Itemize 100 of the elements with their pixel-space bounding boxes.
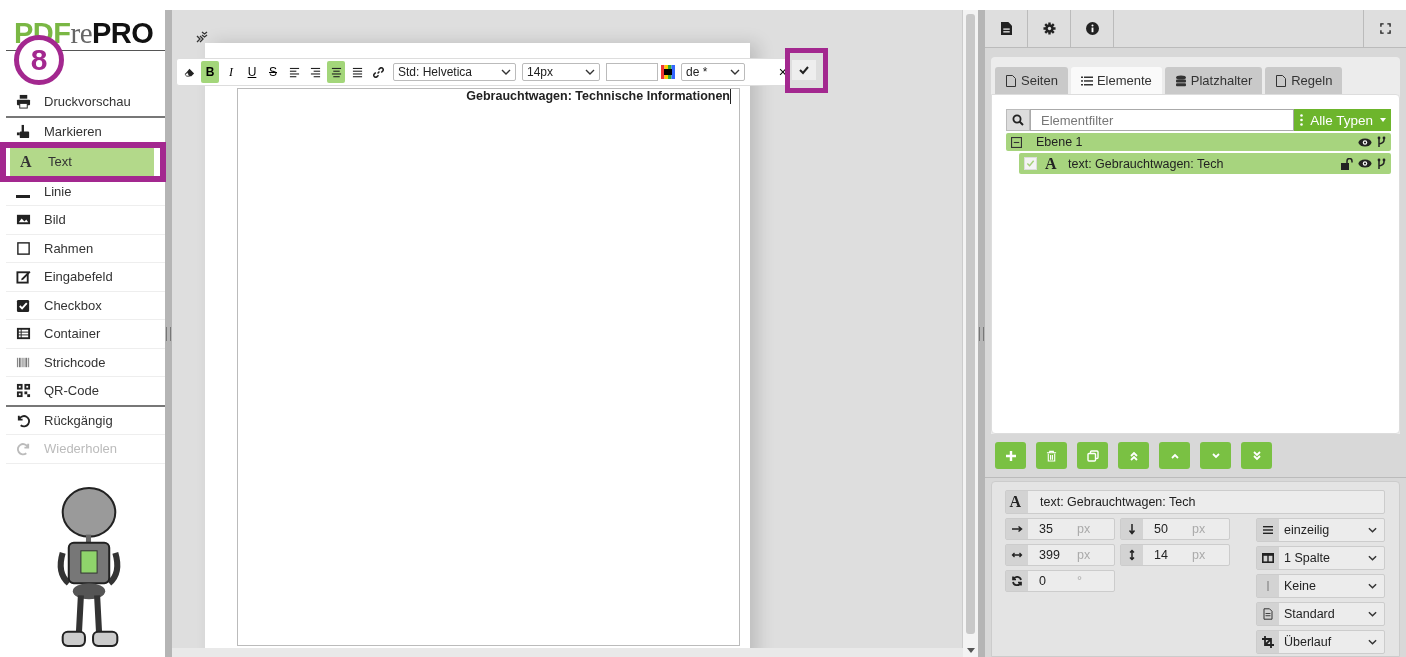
panel-tab[interactable]: Elemente [1070, 67, 1162, 94]
option-select[interactable]: einzeilig [1256, 518, 1385, 542]
eye-icon[interactable] [1358, 137, 1372, 147]
bold-button[interactable]: B [201, 61, 219, 83]
align-right-icon [309, 66, 321, 78]
columns-icon [1262, 552, 1274, 564]
caret-icon [1380, 118, 1386, 122]
dots-icon [1300, 114, 1304, 126]
scroll-down-icon[interactable] [967, 648, 975, 653]
hand-icon [16, 123, 31, 139]
heading-text: Gebrauchtwagen: Technische Informationen [466, 89, 730, 103]
element-checkbox[interactable] [1024, 157, 1037, 170]
tool-item[interactable]: Container [6, 320, 165, 348]
number-field[interactable]: 14 px [1120, 544, 1230, 566]
panel-tab[interactable]: Seiten [995, 67, 1068, 94]
double-chevron-down-icon [1251, 450, 1262, 461]
list-icon [1080, 74, 1093, 87]
color-picker-icon[interactable] [661, 65, 675, 79]
tool-item[interactable]: Bild [6, 206, 165, 234]
qr-icon [16, 383, 31, 399]
element-row[interactable]: A text: Gebrauchtwagen: Tech [1019, 153, 1391, 174]
justify-icon [351, 66, 363, 78]
double-chevron-up-icon [1128, 450, 1139, 461]
lock-icon[interactable] [1341, 157, 1353, 170]
font-select[interactable]: Std: Helvetica [393, 63, 516, 81]
input-icon [16, 269, 31, 285]
color-field[interactable] [606, 63, 658, 81]
strike-button[interactable]: S [264, 61, 282, 83]
tool-item[interactable]: Eingabefeld [6, 263, 165, 291]
align-center-icon [330, 66, 342, 78]
number-field[interactable]: 50 px [1120, 518, 1230, 540]
panel-tab[interactable]: Regeln [1265, 67, 1343, 94]
y-icon [1126, 523, 1138, 535]
tool-item[interactable]: Rückgängig [6, 406, 165, 434]
layer-row[interactable]: Ebene 1 [1006, 133, 1391, 151]
page-icon [1275, 74, 1288, 87]
chevron-icon [501, 69, 511, 75]
align-left-icon [288, 66, 300, 78]
text-element[interactable]: Gebrauchtwagen: Technische Informationen [237, 88, 740, 646]
link-icon [372, 66, 384, 78]
tool-item[interactable]: A Text [10, 148, 154, 176]
option-select[interactable]: Keine [1256, 574, 1385, 598]
chevron-down-icon [1210, 450, 1221, 461]
confirm-button[interactable] [792, 60, 816, 80]
chevron-icon [1368, 555, 1377, 561]
element-name: text: Gebrauchtwagen: Tech [1068, 156, 1225, 171]
page-icon [1262, 608, 1274, 620]
plus-icon [1004, 449, 1017, 462]
check-icon [798, 64, 810, 76]
italic-button[interactable]: I [222, 61, 240, 83]
check-icon [1026, 159, 1035, 168]
tool-item[interactable]: Rahmen [6, 234, 165, 262]
collapse-icon[interactable] [1011, 136, 1022, 148]
search-icon [1012, 114, 1024, 126]
panel-tab[interactable]: Platzhalter [1164, 67, 1263, 94]
rotation-icon [1011, 575, 1023, 587]
horizontal-scrollbar[interactable] [172, 648, 963, 657]
overflow-icon [1262, 636, 1274, 648]
text-icon: A [20, 153, 35, 170]
option-select[interactable]: 1 Spalte [1256, 546, 1385, 570]
number-field[interactable]: 0 ° [1005, 570, 1115, 592]
chevron-icon [1368, 639, 1377, 645]
underline-button[interactable]: U [243, 61, 261, 83]
copy-icon [1086, 449, 1099, 462]
print-icon [16, 94, 31, 110]
tool-item[interactable]: Linie [6, 177, 165, 205]
text-icon: A [1045, 155, 1060, 172]
chevron-icon [1368, 527, 1377, 533]
x-icon [1011, 523, 1023, 535]
text-icon: A [1009, 494, 1025, 510]
number-field[interactable]: 35 px [1005, 518, 1115, 540]
chevron-icon [1368, 583, 1377, 589]
branch-icon[interactable] [1377, 136, 1386, 148]
checkbox-icon [16, 297, 31, 313]
chevron-icon [585, 69, 595, 75]
branch-icon[interactable] [1377, 157, 1386, 170]
database-icon [1174, 74, 1187, 87]
layer-name: Ebene 1 [1036, 135, 1084, 149]
option-select[interactable]: Standard [1256, 602, 1385, 626]
tool-item[interactable]: QR-Code [6, 377, 165, 405]
eye-icon[interactable] [1358, 159, 1372, 168]
font-size-select[interactable]: 14px [522, 63, 600, 81]
undo-icon [16, 412, 31, 428]
frame-icon [16, 240, 31, 256]
tool-item[interactable]: Markieren [6, 117, 165, 145]
tool-item[interactable]: Strichcode [6, 348, 165, 376]
language-select[interactable]: de * [681, 63, 745, 81]
number-field[interactable]: 399 px [1005, 544, 1115, 566]
chevron-icon [1368, 611, 1377, 617]
align-center-button[interactable] [327, 61, 345, 83]
scrollbar[interactable] [962, 10, 978, 657]
element-name-field[interactable]: A text: Gebrauchtwagen: Tech [1005, 490, 1385, 514]
filter-field[interactable]: Elementfilter [1030, 109, 1295, 131]
option-select[interactable]: Überlauf [1256, 630, 1385, 654]
lines-icon [1262, 524, 1274, 536]
tool-item[interactable]: Druckvorschau [6, 88, 165, 116]
expand-icon[interactable] [196, 31, 208, 43]
eraser-icon [183, 66, 195, 78]
chevron-icon [730, 69, 740, 75]
tool-item[interactable]: Checkbox [6, 291, 165, 319]
